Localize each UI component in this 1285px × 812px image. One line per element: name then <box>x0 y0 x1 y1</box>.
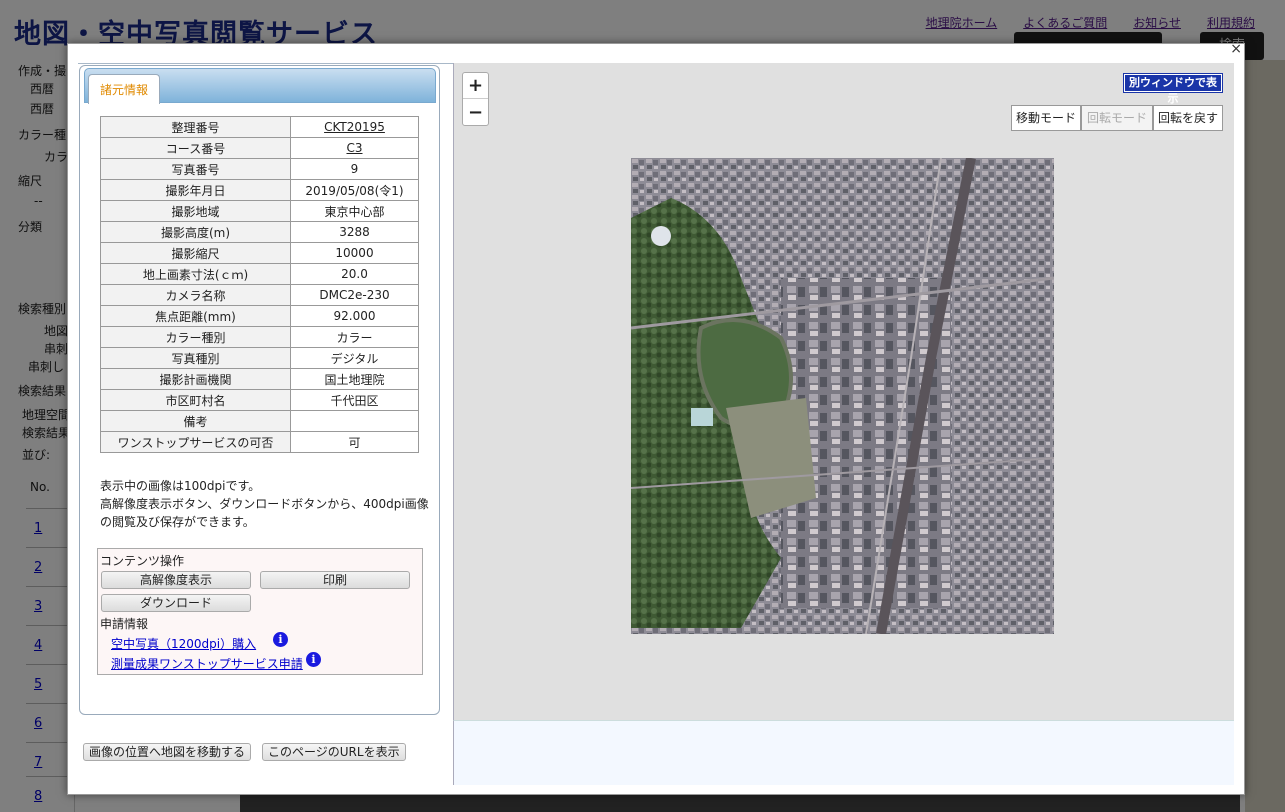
tab-specs[interactable]: 諸元情報 <box>88 74 160 104</box>
resolution-note: 表示中の画像は100dpiです。 高解像度表示ボタン、ダウンロードボタンから、4… <box>100 477 430 531</box>
spec-value-text: 92.000 <box>333 309 376 323</box>
spec-key: 写真種別 <box>100 347 291 369</box>
spec-row: 市区町村名 千代田区 <box>100 389 419 411</box>
highres-button[interactable]: 高解像度表示 <box>101 571 251 589</box>
spec-value: DMC2e-230 <box>290 284 419 306</box>
spec-value: 9 <box>290 158 419 180</box>
spec-value-link[interactable]: C3 <box>346 141 362 155</box>
spec-row: 撮影地域 東京中心部 <box>100 200 419 222</box>
aerial-photo-image <box>631 158 1054 634</box>
note-line: 表示中の画像は100dpiです。 <box>100 479 261 493</box>
spec-key: 整理番号 <box>100 116 291 138</box>
info-icon[interactable]: i <box>306 652 321 667</box>
spec-value-text: 20.0 <box>341 267 368 281</box>
contents-heading: コンテンツ操作 <box>100 554 185 568</box>
spec-key: カメラ名称 <box>100 284 291 306</box>
zoom-control: + − <box>462 72 489 126</box>
download-button[interactable]: ダウンロード <box>101 594 251 612</box>
spec-key: 撮影年月日 <box>100 179 291 201</box>
spec-row: 整理番号 CKT20195 <box>100 116 419 138</box>
spec-value[interactable]: C3 <box>290 137 419 159</box>
info-panel: 諸元情報 整理番号 CKT20195 コース番号 C3 写真番号 9 撮影年月日 2019/0… <box>79 65 440 715</box>
spec-row: 写真番号 9 <box>100 158 419 180</box>
onestop-link[interactable]: 測量成果ワンストップサービス申請 <box>111 655 303 672</box>
spec-row: 焦点距離(mm) 92.000 <box>100 305 419 327</box>
rotate-mode-button[interactable]: 回転モード <box>1081 105 1153 131</box>
spec-value: 3288 <box>290 221 419 243</box>
spec-key: 撮影高度(m) <box>100 221 291 243</box>
spec-value-text: 2019/05/08(令1) <box>305 183 404 198</box>
spec-key: 焦点距離(mm) <box>100 305 291 327</box>
spec-value <box>290 410 419 432</box>
spec-row: 撮影年月日 2019/05/08(令1) <box>100 179 419 201</box>
spec-value: デジタル <box>290 347 419 369</box>
spec-value-text: 国土地理院 <box>324 372 385 387</box>
spec-key: 備考 <box>100 410 291 432</box>
viewer-footer <box>453 720 1234 785</box>
spec-value-text: 東京中心部 <box>324 204 385 219</box>
aerial-photo[interactable] <box>631 158 1054 634</box>
spec-row: 撮影計画機関 国土地理院 <box>100 368 419 390</box>
tab-bar: 諸元情報 <box>84 68 436 104</box>
spec-row: 撮影高度(m) 3288 <box>100 221 419 243</box>
spec-key: 市区町村名 <box>100 389 291 411</box>
spec-row: ワンストップサービスの可否 可 <box>100 431 419 453</box>
spec-row: カメラ名称 DMC2e-230 <box>100 284 419 306</box>
spec-key: カラー種別 <box>100 326 291 348</box>
spec-value[interactable]: CKT20195 <box>290 116 419 138</box>
spec-key: 撮影縮尺 <box>100 242 291 264</box>
spec-row: 地上画素寸法(ｃｍ) 20.0 <box>100 263 419 285</box>
content-operations: コンテンツ操作 高解像度表示 印刷 ダウンロード 申請情報 空中写真（1200d… <box>97 548 423 675</box>
note-line: 高解像度表示ボタン、ダウンロードボタンから、400dpi画像の閲覧及び保存ができ… <box>100 497 429 529</box>
new-window-button[interactable]: 別ウィンドウで表示 <box>1123 73 1223 105</box>
spec-key: 写真番号 <box>100 158 291 180</box>
spec-value-text: 3288 <box>339 225 370 239</box>
spec-key: 地上画素寸法(ｃｍ) <box>100 263 291 285</box>
spec-value: 92.000 <box>290 305 419 327</box>
spec-value: 10000 <box>290 242 419 264</box>
spec-value-link[interactable]: CKT20195 <box>324 120 385 134</box>
spec-row: 撮影縮尺 10000 <box>100 242 419 264</box>
spec-value-text: 可 <box>348 435 361 450</box>
spec-value-text: DMC2e-230 <box>319 288 390 302</box>
spec-value-text: デジタル <box>330 351 379 366</box>
spec-value: 20.0 <box>290 263 419 285</box>
spec-value: 可 <box>290 431 419 453</box>
show-url-button[interactable]: このページのURLを表示 <box>262 743 406 761</box>
print-button[interactable]: 印刷 <box>260 571 410 589</box>
spec-value: 国土地理院 <box>290 368 419 390</box>
photo-detail-modal: × 諸元情報 整理番号 CKT20195 コース番号 C3 写真番号 9 撮影年月日 2019… <box>67 42 1245 795</box>
reset-rotation-button[interactable]: 回転を戻す <box>1153 105 1223 131</box>
spec-key: 撮影地域 <box>100 200 291 222</box>
close-icon[interactable]: × <box>1230 42 1242 56</box>
zoom-out-button[interactable]: − <box>463 100 488 126</box>
spec-key: ワンストップサービスの可否 <box>100 431 291 453</box>
spec-value: 東京中心部 <box>290 200 419 222</box>
spec-value-text: カラー <box>336 330 373 345</box>
spec-value: 千代田区 <box>290 389 419 411</box>
info-icon[interactable]: i <box>273 632 288 647</box>
spec-key: コース番号 <box>100 137 291 159</box>
spec-value-text: 千代田区 <box>330 393 379 408</box>
apply-heading: 申請情報 <box>100 617 149 631</box>
zoom-in-button[interactable]: + <box>463 73 488 99</box>
spec-row: カラー種別 カラー <box>100 326 419 348</box>
move-map-button[interactable]: 画像の位置へ地図を移動する <box>83 743 252 761</box>
spec-row: 備考 <box>100 410 419 432</box>
spec-key: 撮影計画機関 <box>100 368 291 390</box>
purchase-link[interactable]: 空中写真（1200dpi）購入 <box>111 635 256 652</box>
spec-value: 2019/05/08(令1) <box>290 179 419 201</box>
photo-viewer[interactable]: + − 別ウィンドウで表示 移動モード 回転モード 回転を戻す <box>453 63 1234 720</box>
spec-value-text: 10000 <box>335 246 374 260</box>
spec-row: コース番号 C3 <box>100 137 419 159</box>
spec-table: 整理番号 CKT20195 コース番号 C3 写真番号 9 撮影年月日 2019/05/08(… <box>100 116 419 453</box>
spec-value-text: 9 <box>350 162 359 176</box>
spec-value: カラー <box>290 326 419 348</box>
move-mode-button[interactable]: 移動モード <box>1011 105 1081 131</box>
spec-row: 写真種別 デジタル <box>100 347 419 369</box>
